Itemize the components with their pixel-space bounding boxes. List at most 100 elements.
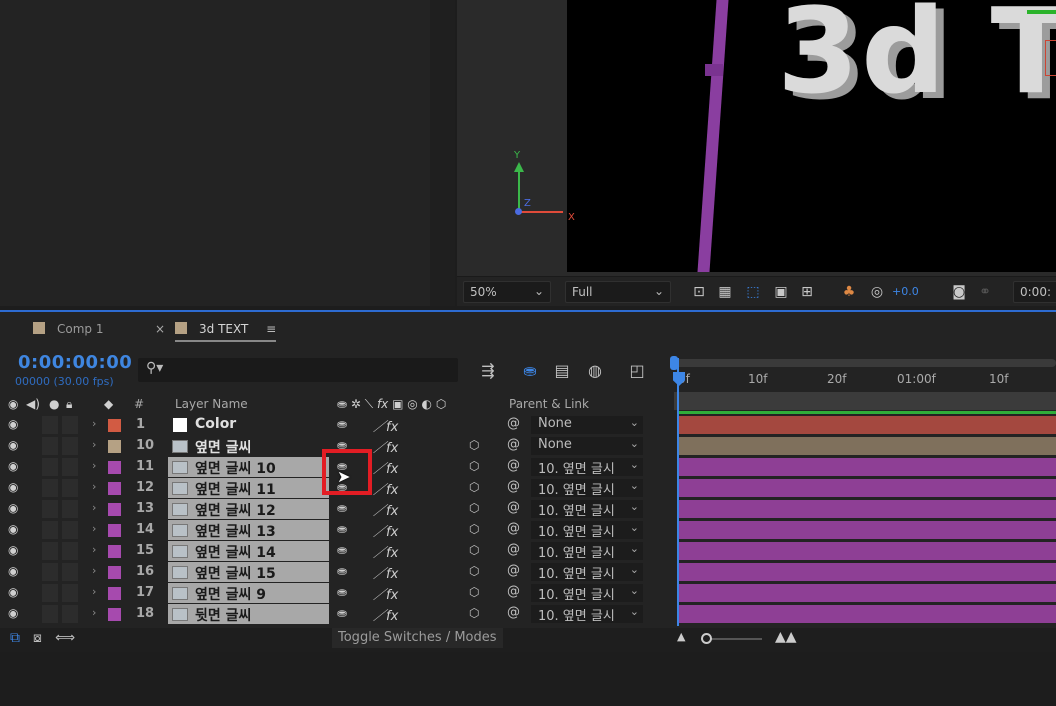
snapshot-icon[interactable]: ⚭ bbox=[975, 282, 995, 302]
eye-icon[interactable]: ◉ bbox=[8, 417, 24, 431]
layer-row[interactable]: ◉ › 18 뒷면 글씨 ⛂ ／fx ⬡ @ 10. 옆면 글시 ⌄ bbox=[0, 604, 1056, 625]
lock-cell[interactable] bbox=[62, 605, 78, 623]
layer-name[interactable]: 옆면 글씨 9 bbox=[195, 584, 266, 604]
layer-duration-bar[interactable] bbox=[678, 416, 1056, 434]
lock-cell[interactable] bbox=[62, 563, 78, 581]
transparency-grid-icon[interactable]: ▦ bbox=[715, 282, 735, 302]
lock-cell[interactable] bbox=[62, 584, 78, 602]
solo-cell[interactable] bbox=[42, 605, 58, 623]
solo-cell[interactable] bbox=[42, 563, 58, 581]
time-ruler[interactable]: 0f 10f 20f 01:00f 10f bbox=[668, 356, 1056, 410]
pick-whip-icon[interactable]: @ bbox=[507, 500, 520, 515]
shy-switch-icon[interactable]: ⛂ bbox=[337, 585, 347, 599]
solo-cell[interactable] bbox=[42, 437, 58, 455]
effect-switch-icon[interactable]: ／fx bbox=[373, 584, 398, 603]
layer-name[interactable]: 옆면 글씨 10 bbox=[195, 458, 276, 478]
effect-switch-icon[interactable]: ／fx bbox=[373, 458, 398, 477]
shy-switch-icon[interactable]: ⛂ bbox=[337, 501, 347, 515]
layer-name[interactable]: 옆면 글씨 13 bbox=[195, 521, 276, 541]
expand-chevron-icon[interactable]: › bbox=[92, 606, 96, 619]
layer-duration-bar[interactable] bbox=[678, 521, 1056, 539]
eye-icon[interactable]: ◉ bbox=[8, 606, 24, 620]
solo-cell[interactable] bbox=[42, 458, 58, 476]
shy-switch-icon[interactable]: ⛂ bbox=[337, 564, 347, 578]
layer-duration-bar[interactable] bbox=[678, 542, 1056, 560]
current-time[interactable]: 0:00:00:00 bbox=[18, 352, 132, 373]
layer-row[interactable]: ◉ › 15 옆면 글씨 14 ⛂ ／fx ⬡ @ 10. 옆면 글시 ⌄ bbox=[0, 541, 1056, 562]
3d-layer-icon[interactable]: ⬡ bbox=[469, 564, 479, 578]
layer-duration-bar[interactable] bbox=[678, 437, 1056, 455]
label-color-swatch[interactable] bbox=[108, 587, 121, 600]
solo-cell[interactable] bbox=[42, 479, 58, 497]
expand-chevron-icon[interactable]: › bbox=[92, 417, 96, 430]
column-parent-link[interactable]: Parent & Link bbox=[509, 397, 589, 411]
layer-duration-bar[interactable] bbox=[678, 458, 1056, 476]
comp-nav-icon[interactable]: ⧉ bbox=[10, 630, 20, 646]
parent-dropdown[interactable]: None ⌄ bbox=[531, 416, 643, 434]
eye-icon[interactable]: ◉ bbox=[8, 543, 24, 557]
layer-duration-bar[interactable] bbox=[678, 605, 1056, 623]
composition-viewer[interactable]: 3d T Y X Z bbox=[457, 0, 1056, 276]
work-area-bar[interactable] bbox=[674, 359, 1056, 367]
parent-dropdown[interactable]: 10. 옆면 글시 ⌄ bbox=[531, 605, 643, 623]
effect-switch-icon[interactable]: ／fx bbox=[373, 416, 398, 435]
channel-icon[interactable]: ♣ bbox=[839, 282, 859, 302]
lock-cell[interactable] bbox=[62, 437, 78, 455]
solo-cell[interactable] bbox=[42, 521, 58, 539]
effect-switch-icon[interactable]: ／fx bbox=[373, 563, 398, 582]
solo-cell[interactable] bbox=[42, 584, 58, 602]
pick-whip-icon[interactable]: @ bbox=[507, 605, 520, 620]
layer-search-input[interactable]: ⚲▾ bbox=[138, 358, 458, 382]
parent-dropdown[interactable]: None ⌄ bbox=[531, 437, 643, 455]
zoom-in-icon[interactable]: ▲▲ bbox=[775, 629, 797, 645]
label-color-swatch[interactable] bbox=[108, 503, 121, 516]
pick-whip-icon[interactable]: @ bbox=[507, 458, 520, 473]
layer-duration-bar[interactable] bbox=[678, 479, 1056, 497]
3d-layer-icon[interactable]: ⬡ bbox=[469, 606, 479, 620]
close-icon[interactable]: × bbox=[155, 322, 165, 336]
viewer-canvas[interactable]: 3d T bbox=[567, 0, 1056, 272]
pick-whip-icon[interactable]: @ bbox=[507, 584, 520, 599]
zoom-out-icon[interactable]: ▲ bbox=[677, 630, 685, 643]
effect-switch-icon[interactable]: ／fx bbox=[373, 521, 398, 540]
layer-name[interactable]: 뒷면 글씨 bbox=[195, 605, 251, 625]
expand-chevron-icon[interactable]: › bbox=[92, 585, 96, 598]
layer-name[interactable]: 옆면 글씨 15 bbox=[195, 563, 276, 583]
label-color-swatch[interactable] bbox=[108, 440, 121, 453]
layer-name[interactable]: Color bbox=[195, 416, 236, 432]
pick-whip-icon[interactable]: @ bbox=[507, 563, 520, 578]
3d-layer-icon[interactable]: ⬡ bbox=[469, 480, 479, 494]
zoom-slider-handle[interactable] bbox=[701, 633, 712, 644]
label-color-swatch[interactable] bbox=[108, 461, 121, 474]
lock-cell[interactable] bbox=[62, 542, 78, 560]
render-time-icon[interactable]: ⧇ bbox=[33, 630, 42, 646]
frame-blending-icon[interactable]: ▤ bbox=[551, 360, 573, 382]
layer-name[interactable]: 옆면 글씨 14 bbox=[195, 542, 276, 562]
composition-flowchart-icon[interactable]: ⇶ bbox=[477, 360, 499, 382]
tab-3d-text[interactable]: 3d TEXT ≡ bbox=[175, 322, 277, 342]
mask-visibility-icon[interactable]: ⬚ bbox=[743, 282, 763, 302]
layer-row[interactable]: ◉ › 1 Color ⛂ ／fx @ None ⌄ bbox=[0, 415, 1056, 435]
parent-dropdown[interactable]: 10. 옆면 글시 ⌄ bbox=[531, 584, 643, 602]
expand-chevron-icon[interactable]: › bbox=[92, 459, 96, 472]
solo-cell[interactable] bbox=[42, 542, 58, 560]
parent-dropdown[interactable]: 10. 옆면 글시 ⌄ bbox=[531, 542, 643, 560]
effect-switch-icon[interactable]: ／fx bbox=[373, 542, 398, 561]
eye-icon[interactable]: ◉ bbox=[8, 438, 24, 452]
lock-cell[interactable] bbox=[62, 479, 78, 497]
pick-whip-icon[interactable]: @ bbox=[507, 437, 520, 452]
shy-switch-icon[interactable]: ⛂ bbox=[337, 522, 347, 536]
region-of-interest-icon[interactable]: ▣ bbox=[771, 282, 791, 302]
pick-whip-icon[interactable]: @ bbox=[507, 521, 520, 536]
3d-layer-icon[interactable]: ⬡ bbox=[469, 438, 479, 452]
parent-dropdown[interactable]: 10. 옆면 글시 ⌄ bbox=[531, 500, 643, 518]
menu-icon[interactable]: ≡ bbox=[266, 322, 276, 336]
exposure-value[interactable]: +0.0 bbox=[892, 285, 919, 298]
label-color-swatch[interactable] bbox=[108, 419, 121, 432]
effect-switch-icon[interactable]: ／fx bbox=[373, 500, 398, 519]
label-tag-icon[interactable]: ◆ bbox=[104, 397, 113, 411]
parent-dropdown[interactable]: 10. 옆면 글시 ⌄ bbox=[531, 479, 643, 497]
lock-cell[interactable] bbox=[62, 458, 78, 476]
label-color-swatch[interactable] bbox=[108, 566, 121, 579]
pick-whip-icon[interactable]: @ bbox=[507, 416, 520, 431]
